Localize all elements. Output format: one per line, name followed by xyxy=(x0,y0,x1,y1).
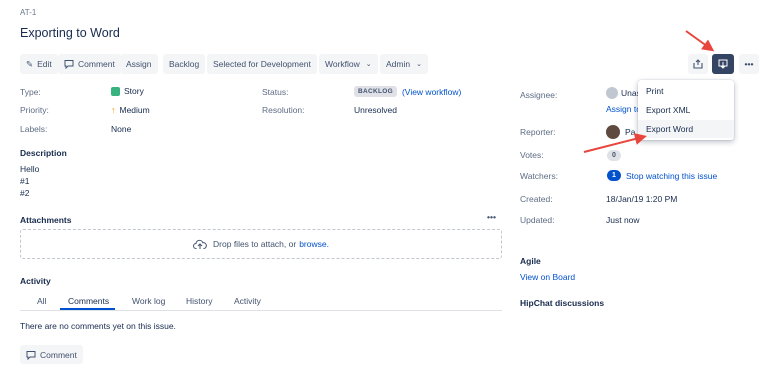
annotation-arrows xyxy=(583,30,715,153)
red-arrow-to-export-word xyxy=(583,133,647,153)
red-arrow-to-export xyxy=(685,30,715,52)
